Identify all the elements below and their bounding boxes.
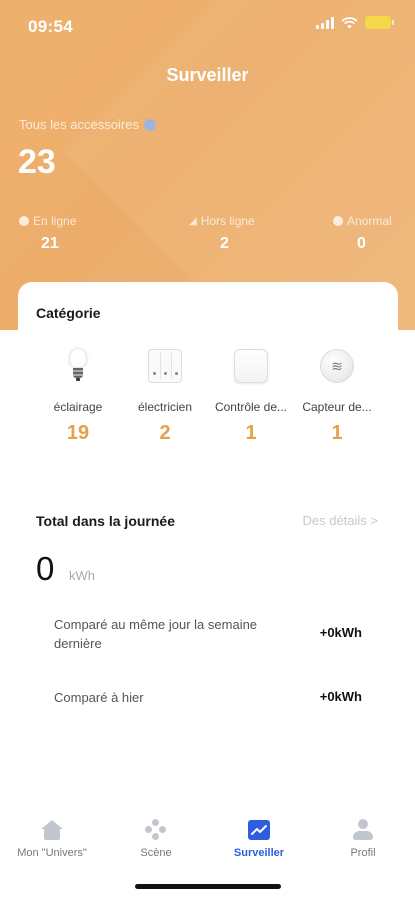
compare-yesterday-label: Comparé à hier [54, 690, 144, 705]
category-name: électricien [137, 400, 193, 414]
category-card: Catégorie éclairage 19 électricien 2 Con… [18, 282, 398, 492]
tab-label: Scène [140, 847, 172, 859]
tab-scene[interactable]: Scène [104, 817, 208, 859]
stat-online-value: 21 [41, 235, 59, 252]
category-title: Catégorie [36, 305, 101, 321]
stat-online: En ligne 21 [19, 214, 76, 253]
category-item-control[interactable]: Contrôle de... 1 [206, 344, 296, 445]
wall-switch-icon [148, 349, 182, 383]
offline-signal-icon: ◢ [189, 215, 197, 227]
category-count: 1 [245, 422, 257, 444]
home-icon [41, 820, 63, 840]
category-item-lighting[interactable]: éclairage 19 [33, 344, 123, 445]
cellular-signal-icon [316, 16, 334, 29]
details-link[interactable]: Des détails > [302, 513, 378, 528]
tab-profile[interactable]: Profil [311, 817, 415, 859]
scene-icon [145, 819, 167, 841]
category-name: éclairage [53, 400, 103, 414]
category-name: Capteur de... [302, 400, 372, 414]
tab-label: Mon "Univers" [17, 847, 87, 859]
home-indicator[interactable] [135, 884, 281, 889]
category-item-sensor[interactable]: ≋ Capteur de... 1 [292, 344, 382, 445]
info-icon[interactable] [143, 118, 156, 131]
stat-abnormal-label: Anormal [347, 214, 392, 228]
all-accessories-label: Tous les accessoires [19, 117, 139, 132]
stat-online-label: En ligne [33, 214, 77, 228]
category-item-electrician[interactable]: électricien 2 [120, 344, 210, 445]
tab-bar: Mon "Univers" Scène Surveiller Profil [0, 805, 415, 865]
energy-value: 0 [36, 550, 55, 587]
tab-monitor[interactable]: Surveiller [207, 817, 311, 859]
all-accessories-count: 23 [18, 143, 56, 181]
category-count: 1 [331, 422, 343, 444]
light-bulb-icon [67, 348, 89, 384]
compare-last-week-label: Comparé au même jour la semaine dernière [54, 617, 258, 651]
energy-title: Total dans la journée [36, 513, 175, 529]
status-icons [316, 16, 394, 29]
all-accessories-row[interactable]: Tous les accessoires [19, 117, 156, 132]
page-title: Surveiller [166, 65, 249, 85]
sensor-icon: ≋ [320, 349, 354, 383]
status-time: 09:54 [28, 17, 73, 36]
wifi-icon [341, 16, 358, 28]
stat-offline: ◢ Hors ligne 2 [189, 214, 255, 253]
tab-label: Profil [350, 847, 376, 859]
profile-icon [352, 819, 374, 841]
tab-label: Surveiller [233, 847, 285, 859]
control-panel-icon [234, 349, 268, 383]
category-name: Contrôle de... [214, 400, 288, 414]
stat-abnormal: Anormal 0 [333, 214, 392, 253]
stat-offline-value: 2 [220, 235, 229, 252]
stat-offline-label: Hors ligne [200, 214, 255, 228]
category-count: 19 [66, 422, 90, 444]
compare-last-week-value: +0kWh [319, 625, 362, 640]
stat-abnormal-value: 0 [357, 235, 366, 252]
monitor-chart-icon [248, 820, 270, 840]
category-count: 2 [159, 422, 171, 444]
battery-icon [365, 16, 394, 29]
tab-home[interactable]: Mon "Univers" [0, 817, 104, 859]
online-icon [19, 216, 29, 226]
compare-yesterday-value: +0kWh [319, 689, 362, 704]
energy-unit: kWh [69, 568, 95, 583]
abnormal-icon [333, 216, 343, 226]
status-bar: 09:54 [0, 0, 415, 50]
